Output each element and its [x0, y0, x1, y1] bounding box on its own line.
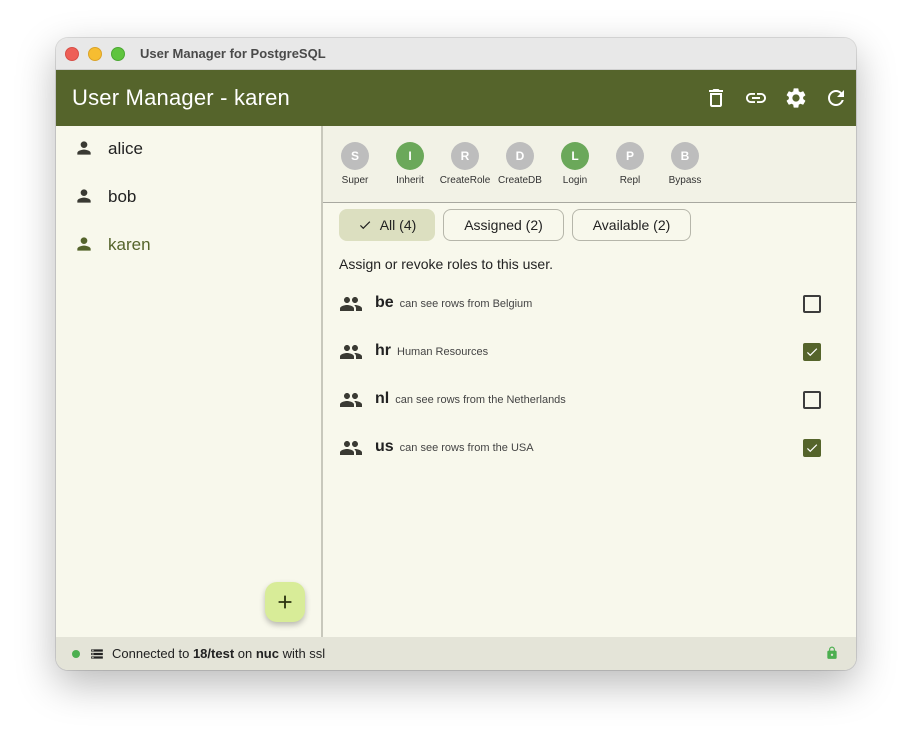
user-list-item[interactable]: bob: [56, 174, 321, 222]
role-name: be: [375, 294, 394, 311]
attribute-login[interactable]: L Login: [545, 142, 605, 190]
window-close-button[interactable]: [65, 47, 79, 61]
role-checkbox[interactable]: [803, 391, 821, 409]
status-database: 18/test: [192, 646, 235, 661]
window-minimize-button[interactable]: [88, 47, 102, 61]
lock-icon: [825, 646, 839, 660]
attribute-badge: B: [671, 142, 699, 170]
database-server-icon: [90, 647, 104, 661]
window-titlebar[interactable]: User Manager for PostgreSQL: [56, 38, 856, 70]
person-icon: [74, 138, 94, 158]
status-prefix: Connected to: [112, 646, 193, 661]
role-name: hr: [375, 342, 391, 359]
user-name: alice: [108, 139, 143, 158]
group-icon: [339, 340, 363, 364]
roles-hint: Assign or revoke roles to this user.: [339, 256, 553, 272]
status-host: nuc: [255, 646, 279, 661]
app-window: User Manager for PostgreSQL User Manager…: [56, 38, 856, 670]
attribute-repl[interactable]: P Repl: [600, 142, 660, 190]
add-icon: [274, 591, 296, 613]
role-checkbox[interactable]: [803, 439, 821, 457]
role-row-hr[interactable]: hr Human Resources: [323, 328, 856, 376]
page-title: User Manager - karen: [72, 85, 290, 110]
attribute-label: Bypass: [668, 175, 702, 186]
link-icon[interactable]: [744, 86, 768, 110]
attribute-label: CreateRole: [439, 175, 491, 186]
status-on: on: [234, 646, 256, 661]
delete-icon[interactable]: [704, 86, 728, 110]
check-icon: [806, 348, 818, 357]
role-row-be[interactable]: be can see rows from Belgium: [323, 280, 856, 328]
attribute-inherit[interactable]: I Inherit: [380, 142, 440, 190]
attribute-super[interactable]: S Super: [325, 142, 385, 190]
attribute-label: CreateDB: [498, 175, 542, 186]
attribute-badge: R: [451, 142, 479, 170]
attribute-label: Login: [562, 175, 588, 186]
check-icon: [806, 444, 818, 453]
filter-chip-label: Available (2): [592, 217, 671, 233]
role-name: us: [375, 438, 394, 455]
user-name: bob: [108, 187, 137, 206]
attribute-badge: I: [396, 142, 424, 170]
attribute-label: Inherit: [396, 175, 424, 186]
attribute-badge: S: [341, 142, 369, 170]
connection-status-text: Connected to 18/test on nuc with ssl: [112, 646, 325, 661]
filter-chip-all[interactable]: All (4): [339, 209, 435, 241]
group-icon: [339, 436, 363, 460]
group-icon: [339, 292, 363, 316]
app-bar: User Manager - karen: [56, 70, 856, 126]
person-icon: [74, 186, 94, 206]
window-title: User Manager for PostgreSQL: [140, 46, 326, 61]
add-user-button[interactable]: [265, 582, 305, 622]
check-icon: [358, 212, 372, 230]
person-icon: [74, 234, 94, 254]
role-checkbox[interactable]: [803, 295, 821, 313]
status-bar: Connected to 18/test on nuc with ssl: [56, 637, 856, 670]
role-description: can see rows from the USA: [399, 442, 534, 454]
user-detail-panel: S Super I Inherit R CreateRole D CreateD…: [323, 126, 856, 637]
status-suffix: with ssl: [278, 646, 326, 661]
filter-chip-assigned[interactable]: Assigned (2): [443, 209, 564, 241]
attribute-badge: P: [616, 142, 644, 170]
user-list: alice bob karen: [56, 126, 323, 637]
user-list-item-selected[interactable]: karen: [56, 222, 321, 270]
role-attributes-bar: S Super I Inherit R CreateRole D CreateD…: [323, 126, 856, 203]
user-name: karen: [108, 235, 151, 254]
role-description: Human Resources: [397, 346, 489, 358]
attribute-badge: D: [506, 142, 534, 170]
user-list-item[interactable]: alice: [56, 126, 321, 174]
window-maximize-button[interactable]: [111, 47, 125, 61]
attribute-createdb[interactable]: D CreateDB: [490, 142, 550, 190]
role-description: can see rows from the Netherlands: [395, 394, 566, 406]
role-row-nl[interactable]: nl can see rows from the Netherlands: [323, 376, 856, 424]
role-name: nl: [375, 390, 390, 407]
role-checkbox[interactable]: [803, 343, 821, 361]
attribute-bypass[interactable]: B Bypass: [655, 142, 715, 190]
attribute-badge: L: [561, 142, 589, 170]
connection-status-dot: [72, 650, 80, 658]
filter-chip-label: Assigned (2): [464, 217, 543, 233]
group-icon: [339, 388, 363, 412]
refresh-icon[interactable]: [824, 86, 848, 110]
role-description: can see rows from Belgium: [399, 298, 533, 310]
attribute-createrole[interactable]: R CreateRole: [435, 142, 495, 190]
attribute-label: Super: [341, 175, 369, 186]
attribute-label: Repl: [619, 175, 641, 186]
role-row-us[interactable]: us can see rows from the USA: [323, 424, 856, 472]
settings-icon[interactable]: [784, 86, 808, 110]
filter-chip-label: All (4): [379, 217, 417, 233]
filter-chip-available[interactable]: Available (2): [572, 209, 691, 241]
